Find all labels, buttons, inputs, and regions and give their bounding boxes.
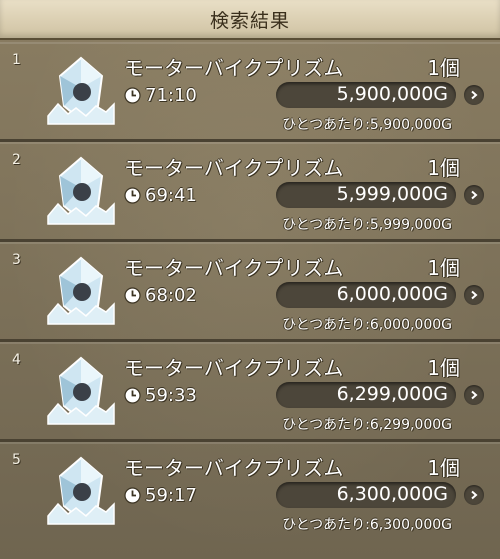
item-quantity: 1個	[427, 156, 460, 180]
price-value: 6,299,000G	[336, 383, 448, 405]
row-number: 1	[12, 52, 21, 68]
item-quantity: 1個	[427, 456, 460, 480]
price-bar: 5,999,000G	[276, 182, 456, 208]
page-title: 検索結果	[209, 10, 290, 32]
clock-icon	[124, 386, 141, 404]
search-results-screen: 検索結果 1 モーターバイクプリズム 1個 71:10 5,900,000G ひ…	[0, 0, 500, 559]
time-remaining-text: 59:33	[145, 384, 197, 406]
row-number: 5	[12, 452, 21, 468]
item-name: モーターバイクプリズム	[124, 456, 344, 480]
time-remaining-text: 59:17	[145, 484, 197, 506]
clock-icon	[124, 86, 141, 104]
list-item[interactable]: 2 モーターバイクプリズム 1個 69:41 5,999,000G ひとつあたり…	[0, 142, 500, 242]
item-quantity: 1個	[427, 56, 460, 80]
time-remaining: 69:41	[124, 184, 197, 206]
details-button[interactable]	[464, 485, 484, 505]
results-list: 1 モーターバイクプリズム 1個 71:10 5,900,000G ひとつあたり…	[0, 42, 500, 539]
details-button[interactable]	[464, 385, 484, 405]
time-remaining: 59:17	[124, 484, 197, 506]
chevron-right-icon	[471, 90, 478, 100]
prism-crystal-icon	[47, 256, 115, 325]
price-value: 6,300,000G	[336, 483, 448, 505]
price-value: 6,000,000G	[336, 283, 448, 305]
clock-icon	[124, 486, 141, 504]
item-name: モーターバイクプリズム	[124, 56, 344, 80]
list-item[interactable]: 5 モーターバイクプリズム 1個 59:17 6,300,000G ひとつあたり…	[0, 442, 500, 539]
time-remaining-text: 68:02	[145, 284, 197, 306]
prism-crystal-icon	[47, 456, 115, 525]
details-button[interactable]	[464, 285, 484, 305]
title-bar: 検索結果	[0, 0, 500, 40]
price-value: 5,999,000G	[336, 183, 448, 205]
item-quantity: 1個	[427, 356, 460, 380]
price-bar: 5,900,000G	[276, 82, 456, 108]
time-remaining: 71:10	[124, 84, 197, 106]
details-button[interactable]	[464, 185, 484, 205]
unit-price: ひとつあたり:6,300,000G	[282, 517, 452, 533]
price-bar: 6,000,000G	[276, 282, 456, 308]
item-name: モーターバイクプリズム	[124, 156, 344, 180]
item-name: モーターバイクプリズム	[124, 356, 344, 380]
prism-crystal-icon	[47, 56, 115, 125]
row-number: 4	[12, 352, 21, 368]
list-item[interactable]: 1 モーターバイクプリズム 1個 71:10 5,900,000G ひとつあたり…	[0, 42, 500, 142]
unit-price: ひとつあたり:5,900,000G	[282, 117, 452, 133]
time-remaining: 68:02	[124, 284, 197, 306]
price-value: 5,900,000G	[336, 83, 448, 105]
time-remaining-text: 71:10	[145, 84, 197, 106]
list-item[interactable]: 4 モーターバイクプリズム 1個 59:33 6,299,000G ひとつあたり…	[0, 342, 500, 442]
prism-crystal-icon	[47, 356, 115, 425]
chevron-right-icon	[471, 490, 478, 500]
clock-icon	[124, 186, 141, 204]
prism-crystal-icon	[47, 156, 115, 225]
item-quantity: 1個	[427, 256, 460, 280]
details-button[interactable]	[464, 85, 484, 105]
chevron-right-icon	[471, 290, 478, 300]
time-remaining-text: 69:41	[145, 184, 197, 206]
list-item[interactable]: 3 モーターバイクプリズム 1個 68:02 6,000,000G ひとつあたり…	[0, 242, 500, 342]
unit-price: ひとつあたり:5,999,000G	[282, 217, 452, 233]
clock-icon	[124, 286, 141, 304]
time-remaining: 59:33	[124, 384, 197, 406]
item-name: モーターバイクプリズム	[124, 256, 344, 280]
chevron-right-icon	[471, 190, 478, 200]
unit-price: ひとつあたり:6,299,000G	[282, 417, 452, 433]
price-bar: 6,299,000G	[276, 382, 456, 408]
price-bar: 6,300,000G	[276, 482, 456, 508]
chevron-right-icon	[471, 390, 478, 400]
row-number: 3	[12, 252, 21, 268]
unit-price: ひとつあたり:6,000,000G	[282, 317, 452, 333]
row-number: 2	[12, 152, 21, 168]
